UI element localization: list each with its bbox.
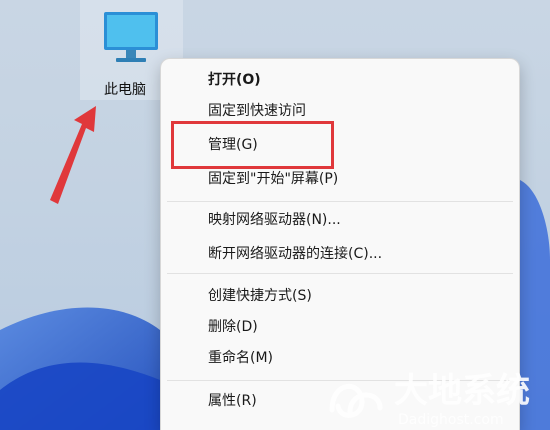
menu-item-label: 打开(O) (208, 72, 261, 88)
monitor-icon (104, 12, 158, 62)
annotation-arrow (50, 106, 96, 204)
menu-item-create-shortcut[interactable]: 创建快捷方式(S) (161, 282, 519, 310)
menu-item-pin-start[interactable]: 固定到"开始"屏幕(P) (161, 165, 519, 193)
svg-text:大地系统: 大地系统 (394, 371, 530, 411)
menu-item-label: 重命名(M) (208, 350, 274, 366)
menu-item-disconnect-network-drive[interactable]: 断开网络驱动器的连接(C)... (161, 240, 519, 268)
menu-item-delete[interactable]: 删除(D) (161, 313, 519, 341)
menu-item-label: 删除(D) (208, 319, 258, 335)
menu-item-map-network-drive[interactable]: 映射网络驱动器(N)... (161, 206, 519, 234)
menu-item-label: 固定到"开始"屏幕(P) (208, 171, 339, 187)
menu-separator (167, 201, 513, 202)
watermark-logo: 大地系统 Dadighost.com (329, 371, 530, 428)
menu-item-label: 映射网络驱动器(N)... (208, 212, 341, 228)
menu-item-open[interactable]: 打开(O) (161, 66, 519, 94)
menu-item-label: 属性(R) (208, 393, 257, 409)
menu-item-label: 断开网络驱动器的连接(C)... (208, 246, 383, 262)
this-pc-label: 此电脑 (104, 82, 146, 98)
menu-item-label: 创建快捷方式(S) (208, 288, 312, 304)
menu-separator (167, 273, 513, 274)
svg-text:Dadighost.com: Dadighost.com (398, 412, 504, 428)
annotation-highlight-box (171, 121, 334, 169)
